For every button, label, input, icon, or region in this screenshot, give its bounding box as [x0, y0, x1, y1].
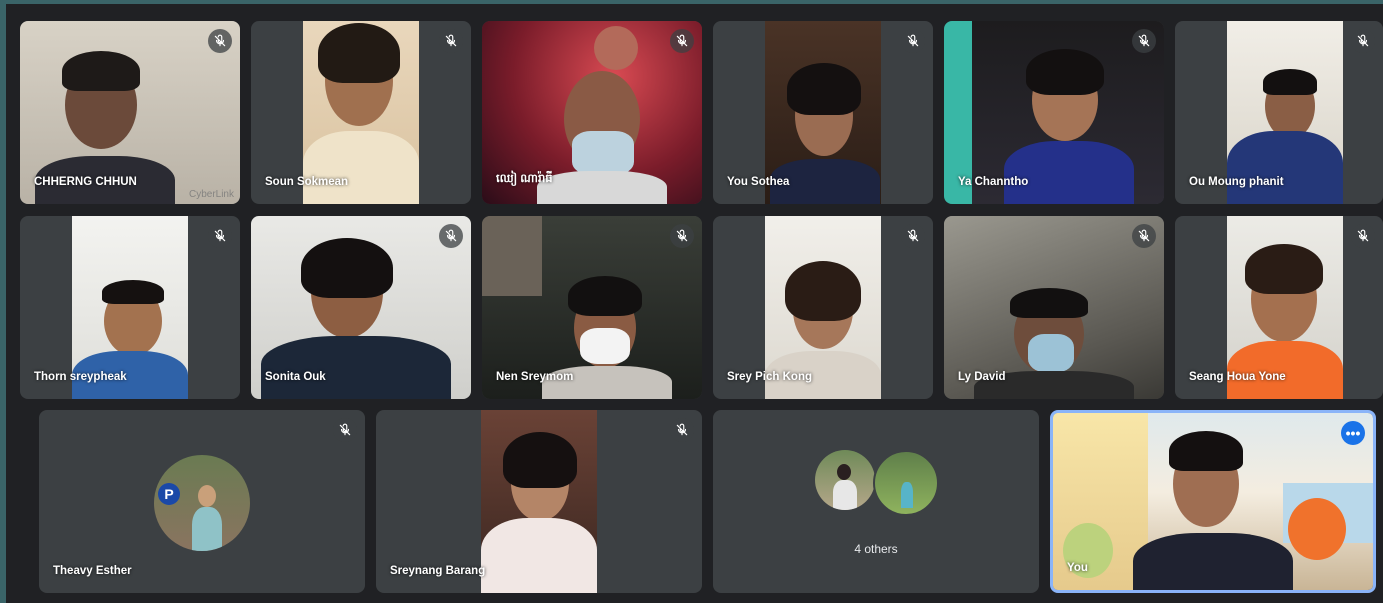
others-avatar: [873, 450, 939, 516]
participant-tile[interactable]: ឈៀ ណារ៉ាធី: [482, 21, 702, 204]
self-name: You: [1067, 562, 1088, 574]
self-video: [1053, 413, 1373, 590]
participant-name: Ya Channtho: [958, 176, 1029, 188]
participant-tile[interactable]: Srey Pich Kong: [713, 216, 933, 399]
participant-tile[interactable]: Soun Sokmean: [251, 21, 471, 204]
others-count-label: 4 others: [854, 542, 898, 556]
participant-name: Ly David: [958, 371, 1006, 383]
more-options-icon[interactable]: •••: [1341, 421, 1365, 445]
self-tile[interactable]: ••• You: [1050, 410, 1376, 593]
mic-off-icon: [439, 224, 463, 248]
participant-name: Srey Pich Kong: [727, 371, 812, 383]
mic-off-icon: [1132, 29, 1156, 53]
meeting-grid: CyberLink CHHERNG CHHUN Soun Sokmean ឈៀ …: [6, 4, 1383, 603]
participant-tile[interactable]: P Theavy Esther: [39, 410, 365, 593]
participant-name: Seang Houa Yone: [1189, 371, 1286, 383]
mic-off-icon: [1351, 29, 1375, 53]
mic-off-icon: [901, 224, 925, 248]
mic-off-icon: [1351, 224, 1375, 248]
participant-name: Sonita Ouk: [265, 371, 326, 383]
participant-tile[interactable]: Sonita Ouk: [251, 216, 471, 399]
participant-name: You Sothea: [727, 176, 790, 188]
mic-off-icon: [670, 418, 694, 442]
mic-off-icon: [901, 29, 925, 53]
participant-name: Thorn sreypheak: [34, 371, 127, 383]
participant-tile[interactable]: Ya Channtho: [944, 21, 1164, 204]
participant-name: Nen Sreymom: [496, 371, 574, 383]
participant-tile[interactable]: Seang Houa Yone: [1175, 216, 1383, 399]
mic-off-icon: [1132, 224, 1156, 248]
mic-off-icon: [439, 29, 463, 53]
participant-name: Ou Moung phanit: [1189, 176, 1284, 188]
participant-tile[interactable]: Ly David: [944, 216, 1164, 399]
others-tile[interactable]: 4 others: [713, 410, 1039, 593]
mic-off-icon: [670, 224, 694, 248]
mic-off-icon: [333, 418, 357, 442]
participant-tile[interactable]: Nen Sreymom: [482, 216, 702, 399]
participant-name: Theavy Esther: [53, 565, 132, 577]
participant-tile[interactable]: CyberLink CHHERNG CHHUN: [20, 21, 240, 204]
mic-off-icon: [208, 29, 232, 53]
watermark-text: CyberLink: [188, 189, 234, 200]
participant-avatar: P: [154, 455, 250, 551]
participant-tile[interactable]: You Sothea: [713, 21, 933, 204]
participant-tile[interactable]: Thorn sreypheak: [20, 216, 240, 399]
participant-tile[interactable]: Ou Moung phanit: [1175, 21, 1383, 204]
others-avatar: [815, 450, 875, 510]
mic-off-icon: [208, 224, 232, 248]
participant-name: ឈៀ ណារ៉ាធី: [496, 173, 553, 185]
mic-off-icon: [670, 29, 694, 53]
participant-name: Sreynang Barang: [390, 565, 486, 577]
participant-tile[interactable]: Sreynang Barang: [376, 410, 702, 593]
participant-video: [481, 410, 597, 593]
participant-name: CHHERNG CHHUN: [34, 176, 137, 188]
participant-name: Soun Sokmean: [265, 176, 349, 188]
